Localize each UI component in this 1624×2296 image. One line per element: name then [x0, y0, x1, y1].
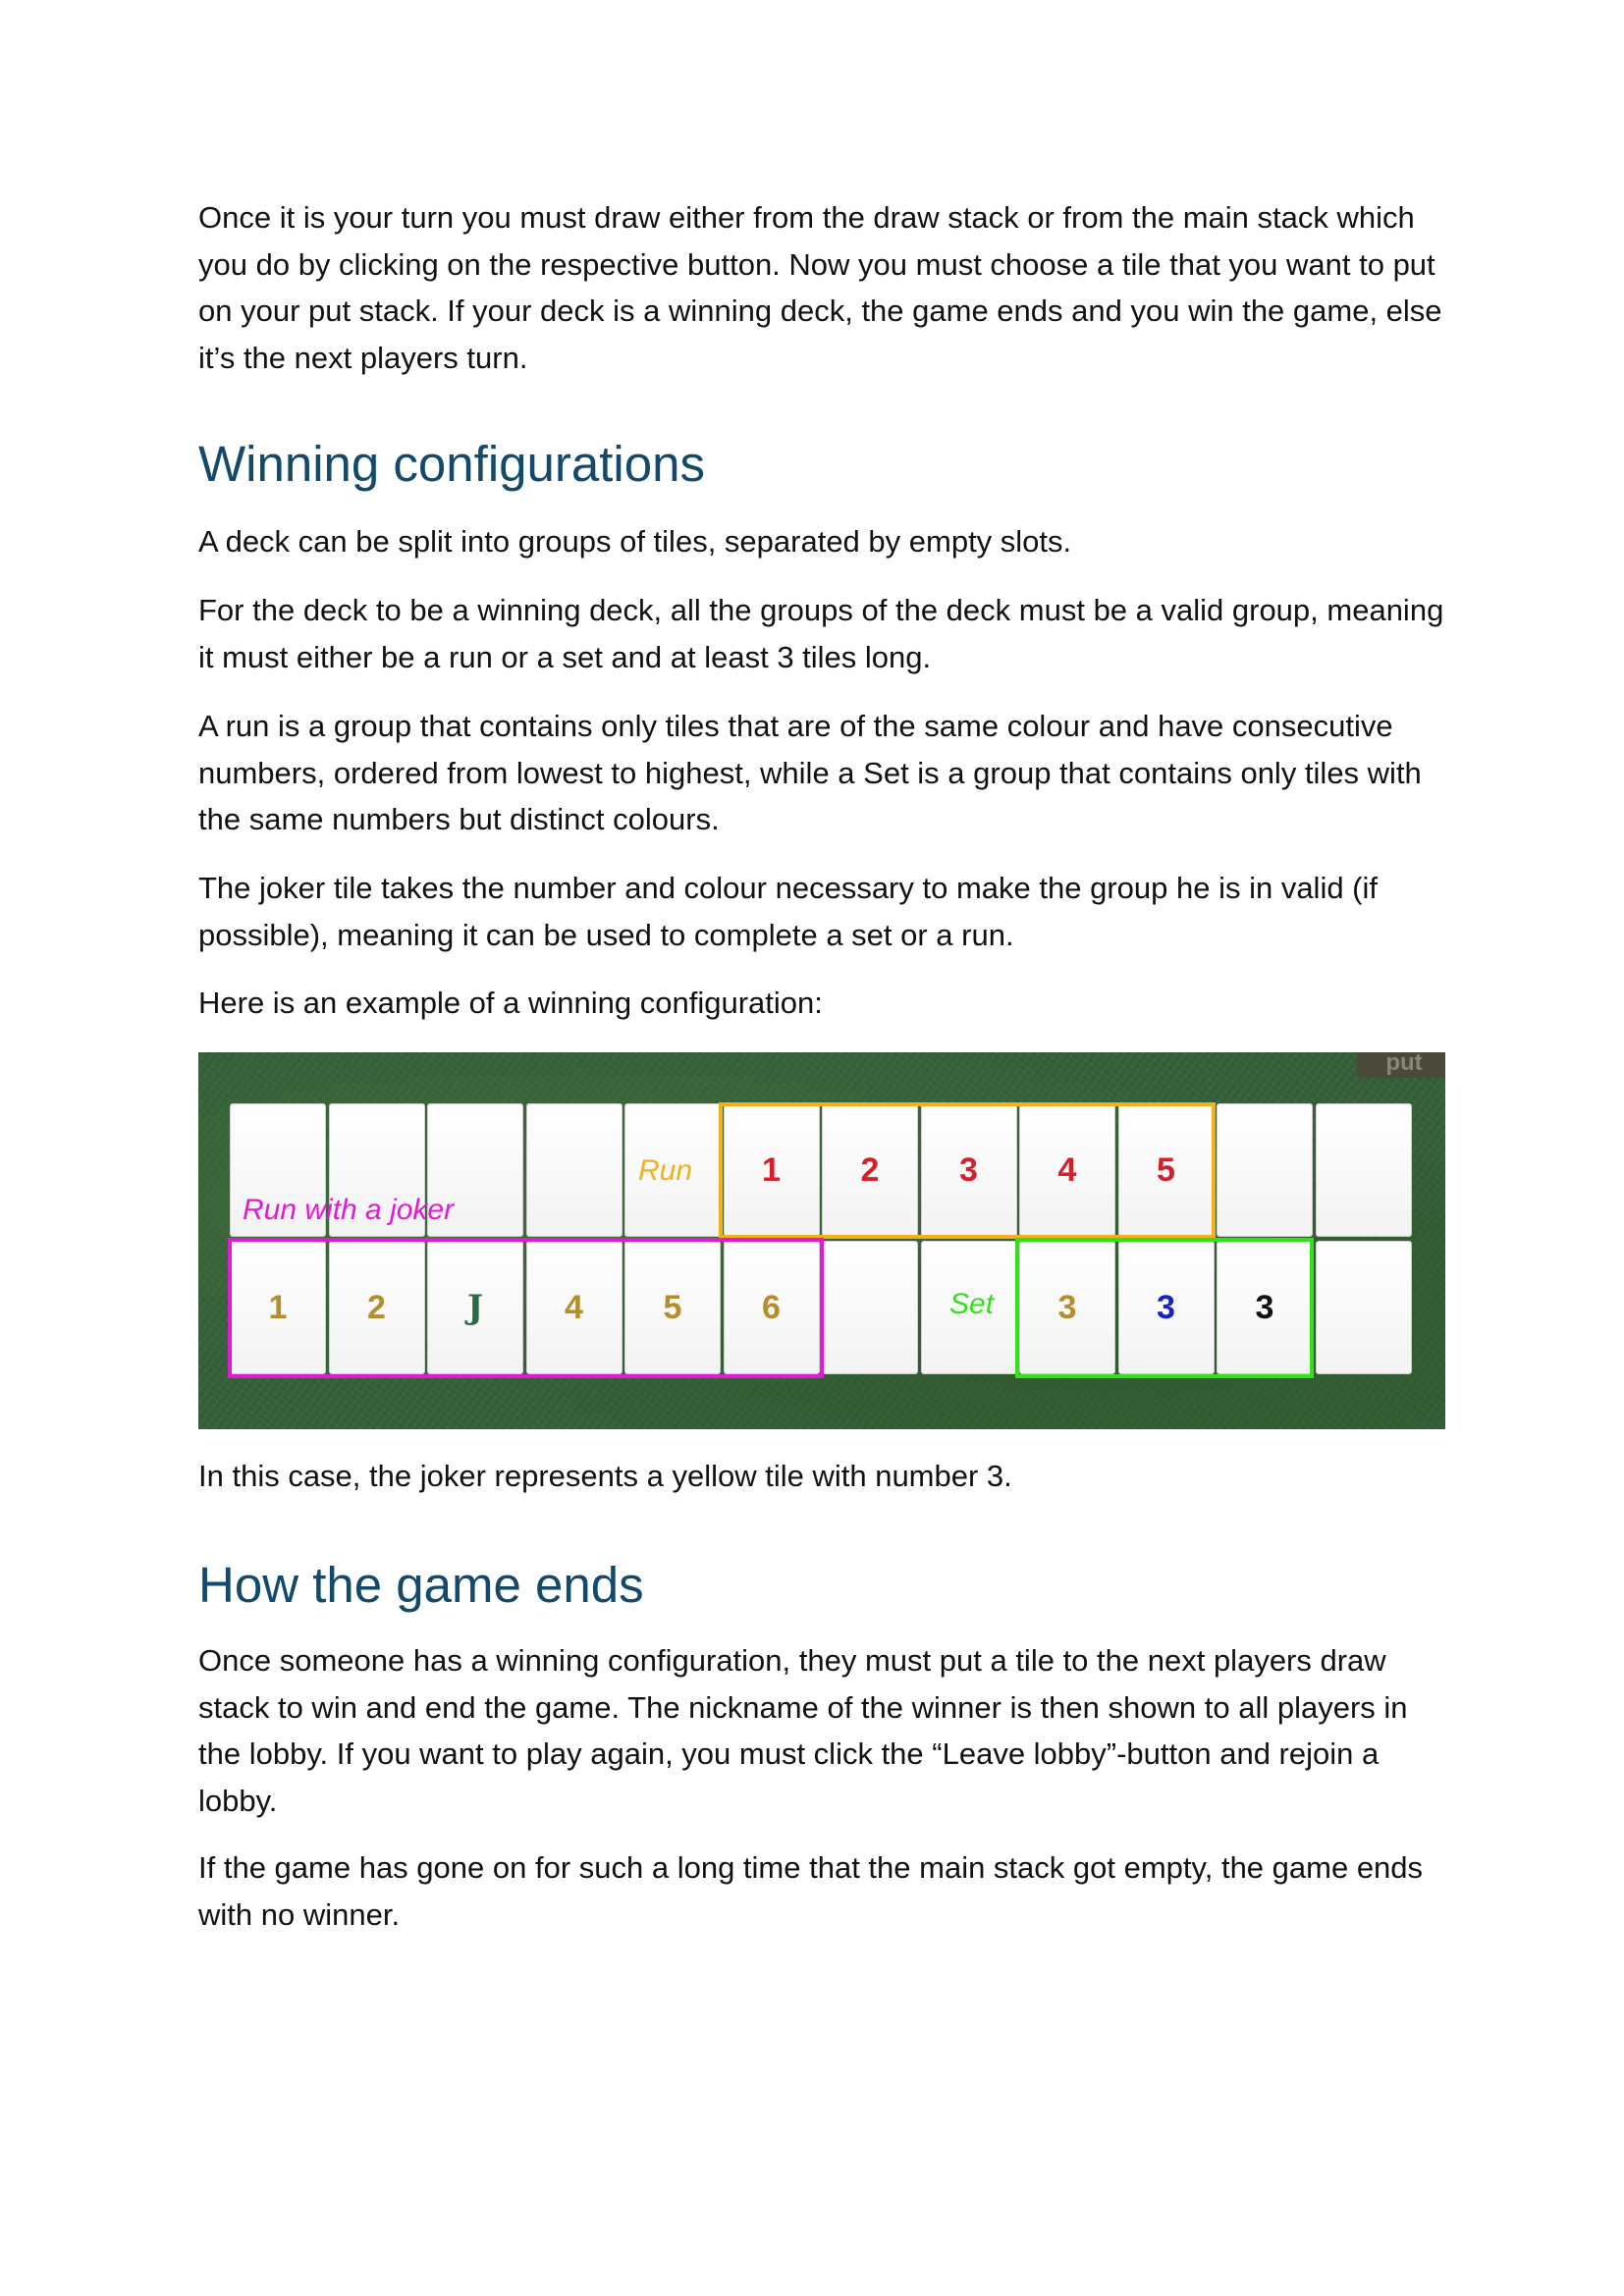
- intro-paragraph: Once it is your turn you must draw eithe…: [198, 200, 1442, 375]
- row2-tile-12: [1315, 1241, 1412, 1374]
- joker-case-paragraph: In this case, the joker represents a yel…: [198, 1459, 1012, 1493]
- run-label: Run: [638, 1154, 693, 1187]
- run-with-joker-highlight-box: [228, 1238, 824, 1378]
- row2-tile-7: [822, 1241, 918, 1374]
- set-highlight-box: [1015, 1238, 1314, 1378]
- run-with-joker-label: Run with a joker: [243, 1194, 455, 1226]
- groups-paragraph: A deck can be split into groups of tiles…: [198, 524, 1072, 559]
- put-button: put: [1357, 1052, 1445, 1078]
- row1-tile-12: [1315, 1103, 1412, 1237]
- example-intro-paragraph: Here is an example of a winning configur…: [198, 986, 823, 1020]
- winning-deck-paragraph: For the deck to be a winning deck, all t…: [198, 593, 1444, 674]
- joker-paragraph: The joker tile takes the number and colo…: [198, 871, 1379, 952]
- run-set-paragraph: A run is a group that contains only tile…: [198, 709, 1422, 836]
- ending-paragraph: Once someone has a winning configuration…: [198, 1643, 1408, 1818]
- set-label: Set: [949, 1288, 995, 1320]
- row1-tile-4: [525, 1103, 623, 1237]
- row1-tile-11: [1217, 1103, 1313, 1237]
- heading-winning-configurations: Winning configurations: [198, 436, 705, 492]
- run-highlight-box: [719, 1102, 1216, 1239]
- winning-configuration-figure: put 1 2 3 4 5 1 2 J 4 5 6 3 3 3 Run Run with a joker Set: [198, 1052, 1445, 1429]
- no-winner-paragraph: If the game has gone on for such a long …: [198, 1850, 1424, 1932]
- heading-how-the-game-ends: How the game ends: [198, 1557, 644, 1613]
